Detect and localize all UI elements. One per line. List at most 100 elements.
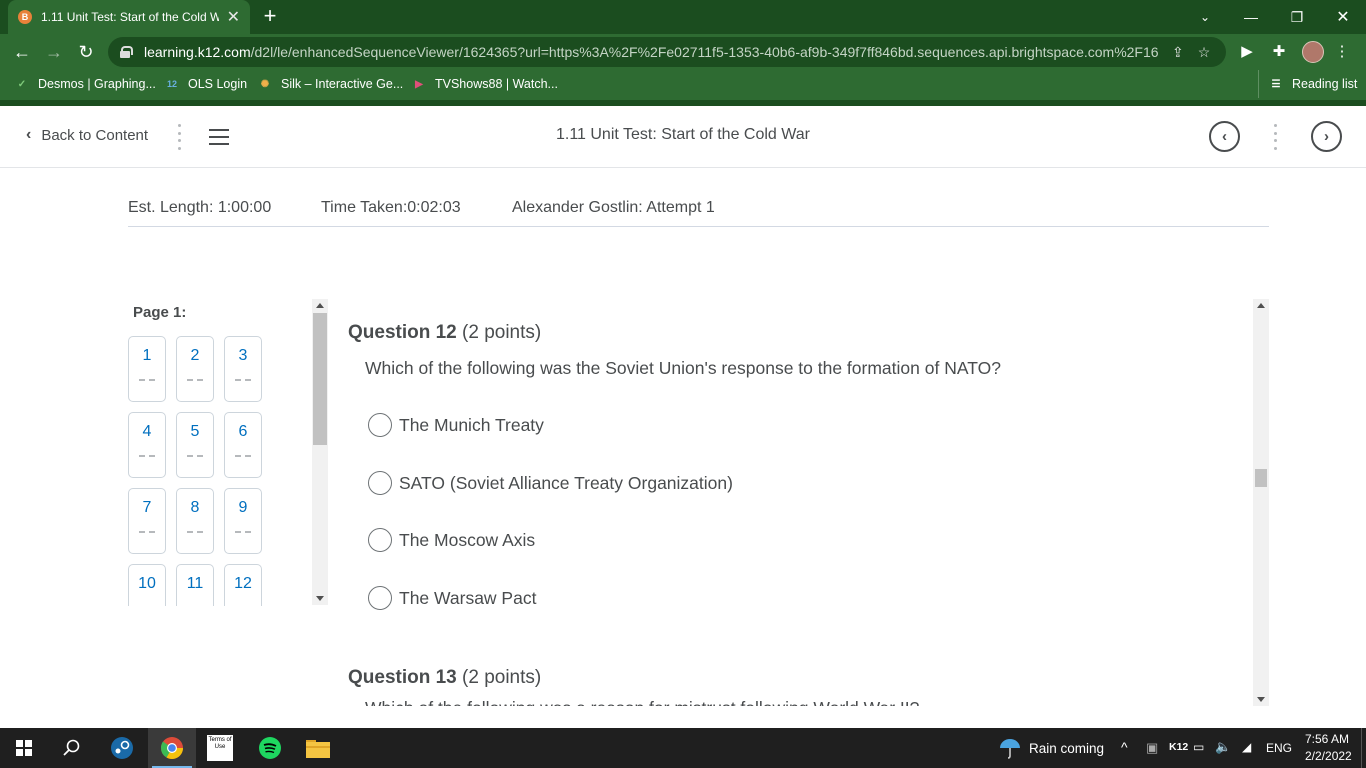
clock-date[interactable]: 2/2/2022 <box>1305 749 1352 763</box>
back-arrow-icon[interactable]: ← <box>10 40 34 64</box>
radio-button[interactable] <box>368 413 392 437</box>
tray-app-icon[interactable]: ▣ <box>1146 740 1158 756</box>
answer-choice[interactable]: The Munich Treaty <box>368 413 544 437</box>
url-field[interactable]: learning.k12.com/d2l/le/enhancedSequence… <box>108 37 1226 67</box>
chrome-icon[interactable] <box>148 728 196 768</box>
question-heading: Question 13 (2 points) <box>348 667 541 689</box>
lock-icon <box>120 46 133 58</box>
attempt-label: Alexander Gostlin: Attempt 1 <box>512 199 715 216</box>
browser-menu-icon[interactable]: ⋮ <box>1330 40 1354 64</box>
question-nav-2[interactable]: 2 <box>176 336 214 402</box>
tab-close-icon[interactable]: ✕ <box>227 7 240 27</box>
scroll-up-arrow-icon[interactable] <box>316 303 324 308</box>
question-points: (2 points) <box>462 322 542 343</box>
question-nav-5[interactable]: 5 <box>176 412 214 478</box>
start-windows-icon[interactable] <box>0 728 48 768</box>
weather-label[interactable]: Rain coming <box>1029 741 1104 756</box>
question-number: 7 <box>142 499 152 516</box>
question-title: Question 12 <box>348 322 457 343</box>
reload-icon[interactable]: ↻ <box>74 40 98 64</box>
reading-list-label: Reading list <box>1292 77 1358 91</box>
show-hidden-icons-chevron-icon[interactable]: ^ <box>1121 739 1128 755</box>
scroll-down-arrow-icon[interactable] <box>316 596 324 601</box>
radio-button[interactable] <box>368 586 392 610</box>
address-bar-row: ← → ↻ learning.k12.com/d2l/le/enhancedSe… <box>0 34 1366 70</box>
new-tab-button[interactable]: + <box>259 4 281 28</box>
answer-choice[interactable]: The Moscow Axis <box>368 528 535 552</box>
bookmark-desmos[interactable]: ✓ Desmos | Graphing... <box>14 70 156 98</box>
browser-tab[interactable]: B 1.11 Unit Test: Start of the Cold W ✕ <box>8 0 250 34</box>
question-nav-4[interactable]: 4 <box>128 412 166 478</box>
question-nav-1[interactable]: 1 <box>128 336 166 402</box>
scrollbar-thumb[interactable] <box>313 313 327 445</box>
terms-of-use-label: Terms of Use <box>207 735 233 761</box>
question-number: 3 <box>238 347 248 364</box>
close-window-button[interactable]: ✕ <box>1320 0 1366 34</box>
radio-button[interactable] <box>368 528 392 552</box>
scrollbar-thumb[interactable] <box>1255 469 1267 487</box>
question-points: (2 points) <box>462 667 542 688</box>
bookmark-star-icon[interactable]: ☆ <box>1198 44 1211 61</box>
weather-umbrella-icon[interactable] <box>995 728 1025 768</box>
tab-search-chevron-icon[interactable]: ⌄ <box>1182 0 1228 34</box>
answer-choice[interactable]: The Warsaw Pact <box>368 586 536 610</box>
radio-button[interactable] <box>368 471 392 495</box>
question-nav-9[interactable]: 9 <box>224 488 262 554</box>
previous-topic-button[interactable]: ‹ <box>1209 121 1240 152</box>
steam-icon[interactable] <box>98 728 146 768</box>
question-nav-8[interactable]: 8 <box>176 488 214 554</box>
terms-of-use-app-icon[interactable]: Terms of Use <box>196 728 244 768</box>
share-icon[interactable]: ⇪ <box>1172 44 1184 61</box>
question-number: 2 <box>190 347 200 364</box>
forward-arrow-icon[interactable]: → <box>42 40 66 64</box>
bookmark-ols-login[interactable]: 12 OLS Login <box>164 70 247 98</box>
question-number: 12 <box>234 575 252 592</box>
table-of-contents-menu-icon[interactable] <box>209 129 229 145</box>
file-explorer-icon[interactable] <box>294 728 342 768</box>
spotify-icon[interactable] <box>246 728 294 768</box>
wifi-icon[interactable]: ◢ <box>1242 740 1251 754</box>
bookmark-label: TVShows88 | Watch... <box>435 77 558 91</box>
question-number: 4 <box>142 423 152 440</box>
question-pane-scrollbar[interactable] <box>1253 299 1269 706</box>
url-host: learning.k12.com <box>144 44 251 60</box>
back-to-content-link[interactable]: ‹ Back to Content <box>26 126 148 144</box>
k12-tray-icon[interactable]: K12 <box>1169 741 1188 753</box>
scroll-down-arrow-icon[interactable] <box>1257 697 1265 702</box>
question-nav-3[interactable]: 3 <box>224 336 262 402</box>
clock-time[interactable]: 7:56 AM <box>1305 732 1349 746</box>
language-indicator[interactable]: ENG <box>1266 741 1292 755</box>
question-navigator: 1 2 3 4 5 6 7 8 9 10 11 12 <box>128 336 268 606</box>
question-number: 10 <box>138 575 156 592</box>
answer-choice[interactable]: SATO (Soviet Alliance Treaty Organizatio… <box>368 471 733 495</box>
bookmark-silk[interactable]: ✺ Silk – Interactive Ge... <box>257 70 403 98</box>
scroll-up-arrow-icon[interactable] <box>1257 303 1265 308</box>
question-number: 11 <box>186 575 204 592</box>
question-title: Question 13 <box>348 667 457 688</box>
question-nav-7[interactable]: 7 <box>128 488 166 554</box>
profile-avatar[interactable] <box>1302 41 1324 63</box>
divider-dots <box>1274 124 1278 150</box>
search-icon[interactable] <box>48 728 96 768</box>
reading-list-button[interactable]: ☰ Reading list <box>1258 70 1357 98</box>
extensions-puzzle-icon[interactable]: ✚ <box>1267 40 1291 64</box>
question-nav-6[interactable]: 6 <box>224 412 262 478</box>
play-icon: ▶ <box>415 78 423 90</box>
show-desktop-button[interactable] <box>1361 728 1366 768</box>
question-text: Which of the following was the Soviet Un… <box>365 358 1001 378</box>
volume-icon[interactable]: 🔈 <box>1215 739 1231 755</box>
question-nav-11[interactable]: 11 <box>176 564 214 606</box>
question-number: 1 <box>142 347 152 364</box>
browser-tab-strip: B 1.11 Unit Test: Start of the Cold W ✕ … <box>0 0 1366 34</box>
restore-button[interactable]: ❐ <box>1274 0 1320 34</box>
question-nav-12[interactable]: 12 <box>224 564 262 606</box>
battery-icon[interactable]: ▭ <box>1193 740 1204 754</box>
navigator-scrollbar[interactable] <box>312 299 328 605</box>
bookmark-tvshows[interactable]: ▶ TVShows88 | Watch... <box>411 70 558 98</box>
question-nav-10[interactable]: 10 <box>128 564 166 606</box>
question-number: 9 <box>238 499 248 516</box>
minimize-button[interactable]: — <box>1228 0 1274 34</box>
next-topic-button[interactable]: › <box>1311 121 1342 152</box>
brightspace-favicon-icon: B <box>18 10 32 24</box>
media-extension-icon[interactable]: ▶ <box>1235 40 1259 64</box>
